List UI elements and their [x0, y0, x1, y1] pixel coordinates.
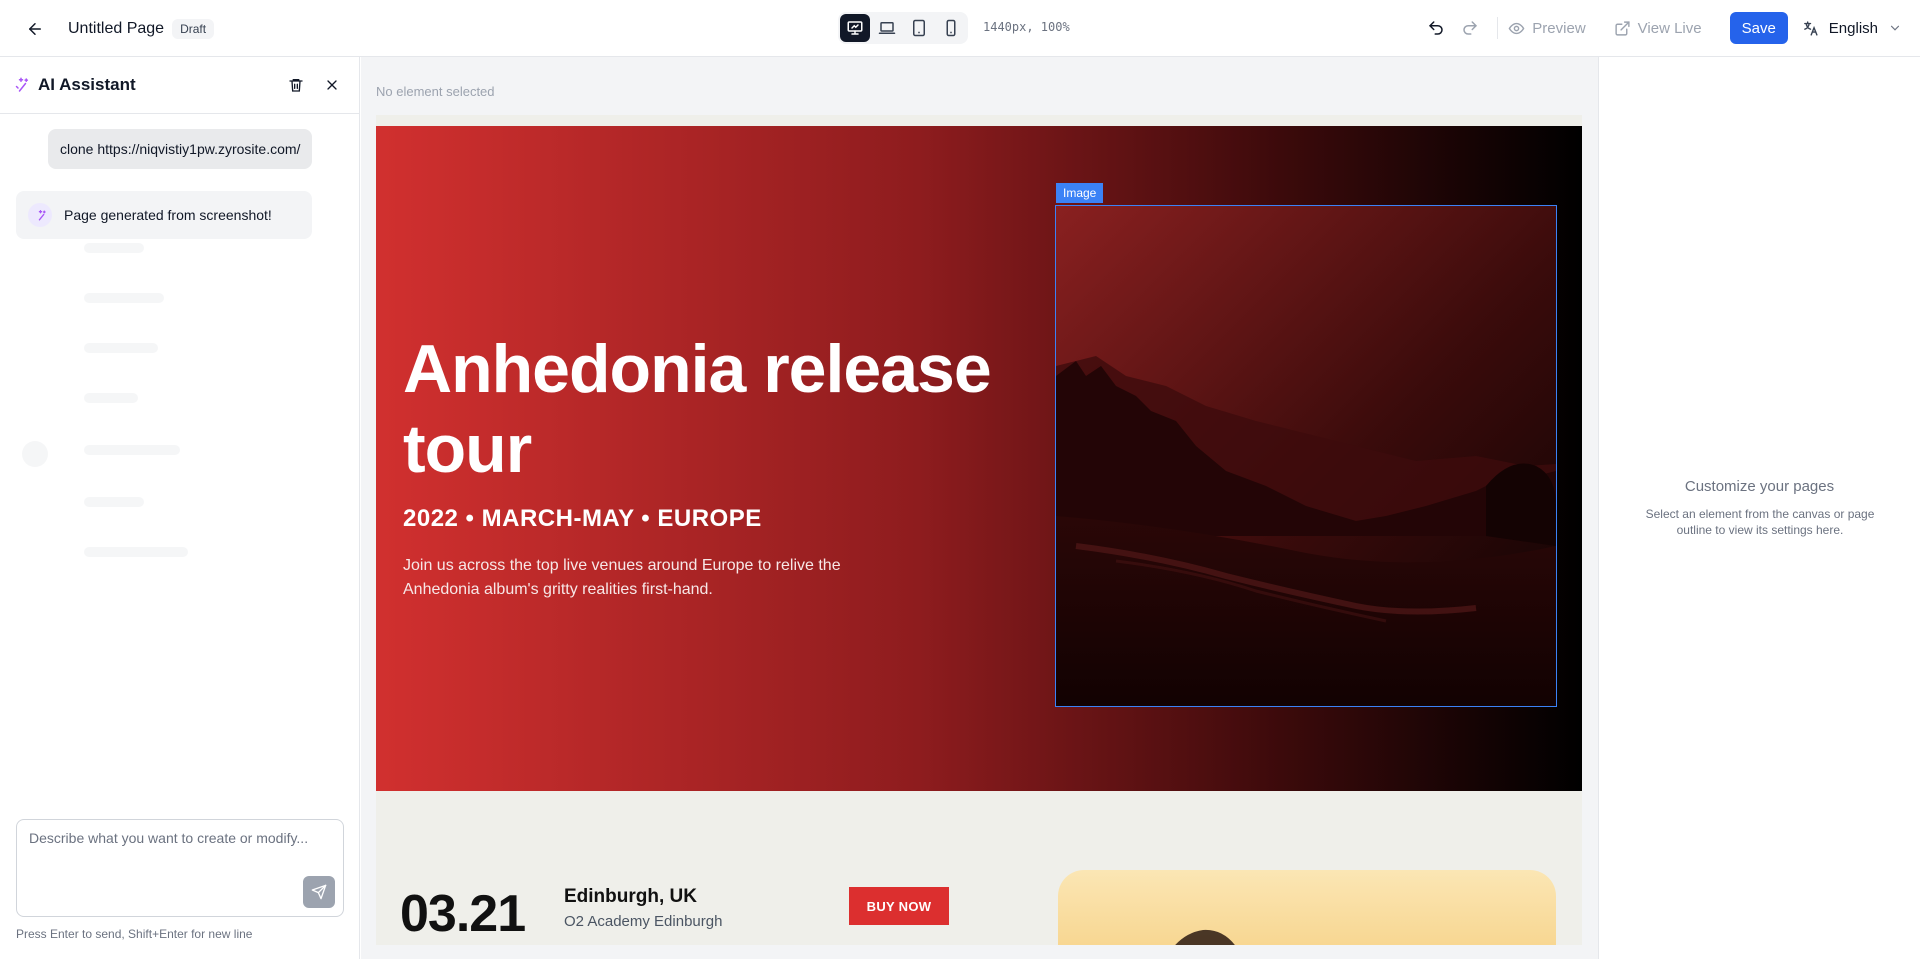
- tour-venue[interactable]: O2 Academy Edinburgh: [564, 913, 722, 930]
- skeleton-line: [84, 243, 144, 253]
- arrow-left-icon: [29, 23, 41, 35]
- tour-city[interactable]: Edinburgh, UK: [564, 886, 697, 908]
- send-button[interactable]: [303, 876, 335, 908]
- skeleton-line: [84, 445, 180, 455]
- user-message: clone https://niqvistiy1pw.zyrosite.com/: [48, 129, 313, 169]
- editor-canvas[interactable]: No element selected Anhedonia release to…: [361, 57, 1598, 959]
- prompt-composer: [16, 819, 344, 917]
- language-label: English: [1828, 19, 1878, 37]
- top-toolbar: Untitled Page Draft 1440px, 100% Preview: [0, 0, 1920, 57]
- redo-icon: [1463, 21, 1478, 35]
- device-desktop-button[interactable]: [840, 14, 870, 42]
- device-mobile-button[interactable]: [936, 14, 966, 42]
- preview-label: Preview: [1532, 19, 1586, 37]
- hero-section[interactable]: Anhedonia release tour 2022 • MARCH-MAY …: [376, 126, 1582, 791]
- skeleton-line: [84, 497, 144, 507]
- chevron-down-icon: [1890, 25, 1900, 31]
- view-live-button[interactable]: View Live: [1614, 20, 1702, 37]
- undo-icon: [1429, 21, 1444, 35]
- hero-subtitle[interactable]: 2022 • MARCH-MAY • EUROPE: [403, 505, 762, 533]
- redo-button[interactable]: [1453, 12, 1487, 44]
- selection-status: No element selected: [376, 84, 495, 99]
- device-laptop-button[interactable]: [872, 14, 902, 42]
- assistant-header: AI Assistant: [0, 57, 359, 114]
- assistant-message: Page generated from screenshot!: [16, 191, 312, 239]
- settings-panel: Customize your pages Select an element f…: [1598, 57, 1920, 959]
- selected-element-tag: Image: [1056, 183, 1104, 203]
- toolbar-right: Preview View Live Save English: [1419, 12, 1902, 44]
- skeleton-line: [84, 393, 138, 403]
- viewport-readout: 1440px, 100%: [983, 20, 1070, 34]
- monitor-icon: [847, 21, 863, 35]
- external-link-icon: [1615, 20, 1630, 36]
- page-title[interactable]: Untitled Page: [68, 20, 164, 38]
- close-panel-button[interactable]: [317, 70, 347, 100]
- toolbar-left: Untitled Page Draft: [22, 16, 215, 42]
- tour-date-row: 03.21 Edinburgh, UK O2 Academy Edinburgh…: [376, 791, 1582, 945]
- tour-date[interactable]: 03.21: [400, 884, 526, 944]
- hero-title[interactable]: Anhedonia release tour: [403, 329, 1003, 489]
- trash-icon: [289, 79, 303, 92]
- save-button[interactable]: Save: [1729, 12, 1788, 44]
- undo-button[interactable]: [1419, 12, 1453, 44]
- hero-description[interactable]: Join us across the top live venues aroun…: [403, 554, 873, 602]
- portrait-photo: [1175, 929, 1235, 945]
- assistant-message-text: Page generated from screenshot!: [64, 207, 272, 223]
- skeleton-line: [22, 441, 48, 467]
- tour-photo[interactable]: [1058, 870, 1556, 945]
- sparkles-icon: [38, 209, 46, 220]
- send-icon: [311, 884, 327, 900]
- ai-assistant-panel: AI Assistant clone https://niqvistiy1pw.…: [0, 57, 360, 959]
- status-badge: Draft: [172, 19, 215, 39]
- tablet-icon: [913, 19, 925, 37]
- device-switcher: [838, 12, 968, 44]
- skeleton-line: [84, 343, 158, 353]
- eye-icon: [1508, 22, 1525, 34]
- device-tablet-button[interactable]: [904, 14, 934, 42]
- toolbar-divider: [1497, 17, 1499, 39]
- settings-title: Customize your pages: [1684, 478, 1835, 495]
- preview-button[interactable]: Preview: [1508, 19, 1586, 37]
- language-select[interactable]: English: [1802, 20, 1902, 37]
- hero-image[interactable]: [1055, 205, 1557, 707]
- translate-icon: [1803, 20, 1818, 36]
- sparkles-icon: [15, 77, 29, 92]
- skeleton-line: [84, 293, 164, 303]
- page-preview[interactable]: Anhedonia release tour 2022 • MARCH-MAY …: [376, 115, 1582, 945]
- clear-chat-button[interactable]: [281, 70, 311, 100]
- landscape-photo: [1056, 206, 1556, 706]
- smartphone-icon: [946, 19, 956, 37]
- settings-description: Select an element from the canvas or pag…: [1645, 507, 1875, 537]
- buy-now-button[interactable]: BUY NOW: [849, 887, 949, 925]
- skeleton-line: [84, 547, 188, 557]
- view-live-label: View Live: [1637, 19, 1702, 37]
- back-button[interactable]: [22, 16, 48, 42]
- laptop-icon: [878, 22, 896, 34]
- prompt-input[interactable]: [17, 820, 343, 880]
- composer-hint: Press Enter to send, Shift+Enter for new…: [16, 927, 253, 941]
- assistant-avatar: [28, 203, 52, 227]
- assistant-title: AI Assistant: [38, 75, 136, 94]
- close-icon: [327, 80, 337, 90]
